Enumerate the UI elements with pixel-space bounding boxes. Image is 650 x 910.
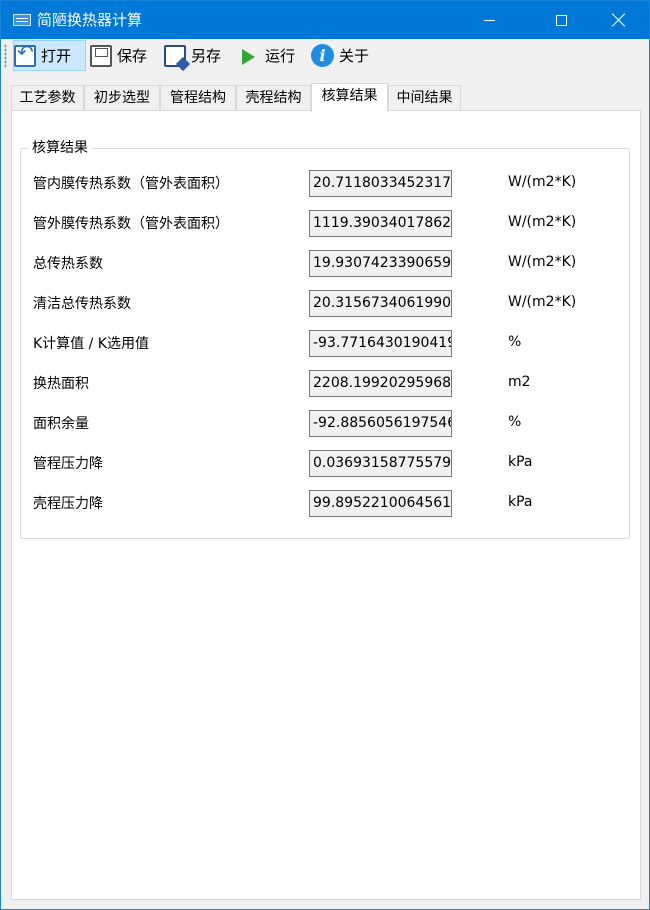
result-value-field[interactable]: 2208.19920295968 (309, 370, 452, 397)
result-value-field[interactable]: 1119.39034017862 (309, 210, 452, 237)
open-button[interactable]: 打开 (13, 40, 86, 71)
minimize-button[interactable] (466, 1, 512, 39)
result-label: 管内膜传热系数（管外表面积） (33, 176, 229, 192)
run-button[interactable]: 运行 (238, 40, 305, 71)
result-row-area-margin: 面积余量 -92.8856056197546% (21, 410, 631, 437)
groupbox-title: 核算结果 (29, 139, 91, 157)
maximize-button[interactable] (538, 1, 584, 39)
about-icon: i (311, 44, 334, 67)
result-value-field[interactable]: -93.7716430190419 (309, 330, 452, 357)
result-unit: W/(m2*K) (508, 294, 577, 310)
open-icon (14, 40, 36, 67)
tab-intermediate-results[interactable]: 中间结果 (388, 85, 461, 111)
window-title: 简陋换热器计算 (37, 11, 143, 29)
about-label: 关于 (339, 47, 370, 65)
results-groupbox: 核算结果 管内膜传热系数（管外表面积） 20.7118033452317 W/(m2… (20, 139, 631, 539)
result-unit: W/(m2*K) (508, 254, 577, 270)
result-value-field[interactable]: 20.3156734061990 (309, 290, 452, 317)
result-row-k-ratio: K计算值 / K选用值 -93.7716430190419% (21, 330, 631, 357)
result-value-field[interactable]: 99.8952210064561 (309, 490, 452, 517)
result-label: 清洁总传热系数 (33, 296, 131, 312)
result-unit: % (508, 414, 522, 430)
close-button[interactable] (596, 1, 642, 39)
save-as-button[interactable]: 另存 (164, 40, 232, 71)
result-row-clean-heat-transfer-coefficient: 清洁总传热系数 20.3156734061990 W/(m2*K) (21, 290, 631, 317)
tab-tube-side-structure[interactable]: 管程结构 (160, 85, 236, 111)
close-icon (612, 13, 626, 27)
result-label: 换热面积 (33, 376, 89, 392)
result-label: K计算值 / K选用值 (33, 336, 149, 352)
result-value-field[interactable]: 19.9307423390659 (309, 250, 452, 277)
toolbar-grip[interactable] (4, 44, 7, 68)
tab-shell-side-structure[interactable]: 壳程结构 (236, 85, 311, 111)
tab-process-parameters[interactable]: 工艺参数 (11, 85, 84, 111)
result-label: 面积余量 (33, 416, 89, 432)
result-unit: % (508, 334, 522, 350)
save-icon (90, 44, 112, 67)
save-label: 保存 (117, 47, 148, 65)
save-as-label: 另存 (191, 47, 222, 65)
about-button[interactable]: i 关于 (311, 40, 377, 71)
calculation-results-panel: 核算结果 管内膜传热系数（管外表面积） 20.7118033452317 W/(m2… (11, 110, 641, 900)
open-label: 打开 (41, 47, 72, 65)
result-unit: kPa (508, 494, 533, 510)
result-value-field[interactable]: -92.8856056197546 (309, 410, 452, 437)
result-value-field[interactable]: 0.03693158775579 (309, 450, 452, 477)
result-label: 管程压力降 (33, 456, 103, 472)
result-label: 壳程压力降 (33, 496, 103, 512)
minimize-icon (483, 19, 495, 21)
maximize-icon (555, 14, 567, 26)
result-label: 总传热系数 (33, 256, 103, 272)
tab-strip: 工艺参数 初步选型 管程结构 壳程结构 核算结果 中间结果 (11, 83, 641, 112)
run-icon (242, 49, 255, 65)
app-icon (13, 14, 31, 26)
run-label: 运行 (265, 47, 296, 65)
result-row-shell-film-coefficient: 管外膜传热系数（管外表面积） 1119.39034017862 W/(m2*K) (21, 210, 631, 237)
application-window: 简陋换热器计算 打开 保存 另存 运行 i 关于 工艺参数 初步选型 管程结构 壳… (0, 0, 650, 910)
toolbar: 打开 保存 另存 运行 i 关于 (1, 39, 649, 75)
result-unit: W/(m2*K) (508, 174, 577, 190)
result-row-tube-film-coefficient: 管内膜传热系数（管外表面积） 20.7118033452317 W/(m2*K) (21, 170, 631, 197)
result-row-tube-pressure-drop: 管程压力降 0.03693158775579 kPa (21, 450, 631, 477)
result-row-heat-transfer-area: 换热面积 2208.19920295968 m2 (21, 370, 631, 397)
result-unit: kPa (508, 454, 533, 470)
result-unit: W/(m2*K) (508, 214, 577, 230)
save-as-icon (164, 44, 186, 67)
title-bar[interactable]: 简陋换热器计算 (1, 1, 649, 39)
result-unit: m2 (508, 374, 531, 390)
save-button[interactable]: 保存 (90, 40, 158, 71)
result-row-shell-pressure-drop: 壳程压力降 99.8952210064561 kPa (21, 490, 631, 517)
tab-calculation-results[interactable]: 核算结果 (311, 83, 388, 112)
result-value-field[interactable]: 20.7118033452317 (309, 170, 452, 197)
result-row-total-heat-transfer-coefficient: 总传热系数 19.9307423390659 W/(m2*K) (21, 250, 631, 277)
result-label: 管外膜传热系数（管外表面积） (33, 216, 229, 232)
tab-preliminary-selection[interactable]: 初步选型 (84, 85, 160, 111)
